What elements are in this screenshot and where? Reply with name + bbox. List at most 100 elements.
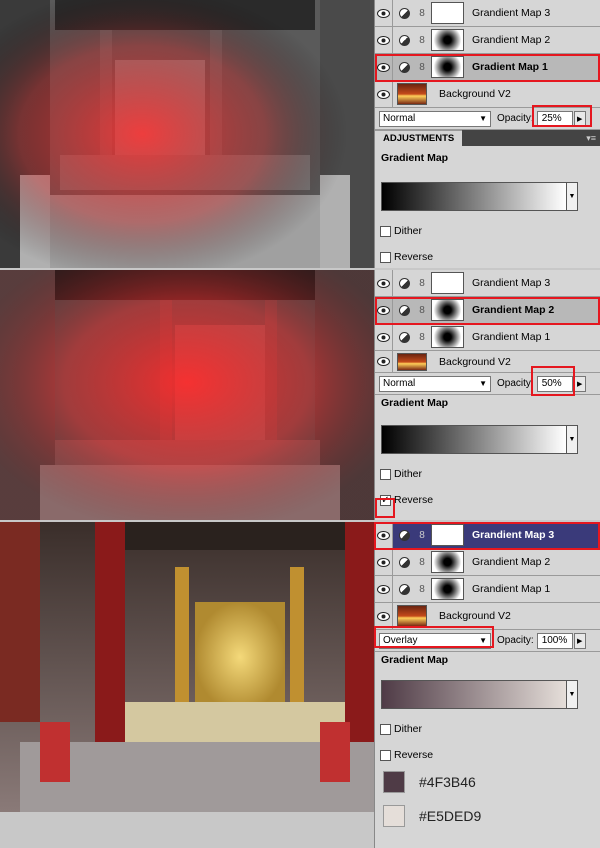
chain-icon[interactable]: 8 [415, 278, 429, 289]
eye-icon[interactable] [375, 26, 393, 54]
eye-icon[interactable] [375, 80, 393, 108]
layer-background[interactable]: Background V2 [375, 602, 600, 630]
reverse-checkbox[interactable]: ✓ [380, 494, 391, 506]
layer-thumbnail[interactable] [397, 352, 427, 371]
gradient-picker[interactable]: ▼ [381, 182, 578, 211]
opacity-input[interactable]: 100% [536, 632, 573, 649]
eye-icon[interactable] [375, 602, 393, 630]
layer-background[interactable]: Background V2 [375, 350, 600, 373]
blend-mode-select[interactable]: Normal ▼ [379, 110, 491, 127]
adjustment-icon [393, 556, 415, 568]
adjustment-icon [393, 61, 415, 73]
dither-checkbox[interactable] [380, 723, 391, 735]
chevron-down-icon[interactable]: ▼ [567, 183, 577, 210]
layer-mask-thumbnail[interactable] [431, 524, 464, 546]
layer-mask-thumbnail[interactable] [431, 299, 464, 321]
chain-icon[interactable]: 8 [415, 557, 429, 568]
chevron-down-icon[interactable]: ▼ [567, 426, 577, 453]
dither-row[interactable]: Dither [375, 723, 600, 735]
dither-checkbox[interactable] [380, 225, 391, 237]
reverse-label: Reverse [394, 494, 434, 506]
chain-icon[interactable]: 8 [415, 62, 429, 73]
adjustments-tabbar: ADJUSTMENTS ▾≡ [375, 130, 600, 146]
opacity-slider-button[interactable]: ▶ [573, 632, 586, 649]
layer-mask-thumbnail[interactable] [431, 29, 464, 51]
layer-mask-thumbnail[interactable] [431, 551, 464, 573]
dither-label: Dither [394, 468, 423, 480]
opacity-input[interactable]: 50% [536, 375, 573, 392]
chevron-down-icon[interactable]: ▼ [567, 681, 577, 708]
gradient-preview[interactable] [382, 183, 567, 210]
eye-icon[interactable] [375, 296, 393, 324]
adjustment-icon [393, 34, 415, 46]
layer-name: Grandient Map 2 [472, 556, 551, 568]
layer-name: Grandient Map 1 [472, 583, 551, 595]
photo-red-25 [0, 0, 374, 268]
layer-mask-thumbnail[interactable] [431, 2, 464, 24]
layer-gradient-map-3[interactable]: 8 Grandient Map 3 [375, 0, 600, 27]
tab-adjustments[interactable]: ADJUSTMENTS [375, 130, 463, 146]
reverse-label: Reverse [394, 749, 434, 761]
reverse-row[interactable]: ✓ Reverse [375, 494, 600, 506]
gradient-picker[interactable]: ▼ [381, 425, 578, 454]
blend-mode-select[interactable]: Overlay ▼ [379, 632, 491, 649]
layer-mask-thumbnail[interactable] [431, 326, 464, 348]
eye-icon[interactable] [375, 53, 393, 81]
eye-icon[interactable] [375, 521, 393, 549]
color-hex-1: #4F3B46 [419, 774, 476, 790]
adjustment-icon [393, 7, 415, 19]
dither-label: Dither [394, 225, 423, 237]
layers-panel-2: 8 Grandient Map 3 8 Grandient Map 2 8 Gr… [374, 269, 600, 520]
reverse-row[interactable]: Reverse [375, 749, 600, 761]
opacity-input[interactable]: 25% [536, 110, 573, 127]
layer-background[interactable]: Background V2 [375, 80, 600, 108]
gradient-preview[interactable] [382, 426, 567, 453]
chain-icon[interactable]: 8 [415, 584, 429, 595]
chain-icon[interactable]: 8 [415, 530, 429, 541]
blend-mode-select[interactable]: Normal ▼ [379, 375, 491, 392]
dither-row[interactable]: Dither [375, 468, 600, 480]
opacity-slider-button[interactable]: ▶ [573, 375, 586, 392]
reverse-checkbox[interactable] [380, 251, 391, 263]
layer-gradient-map-1[interactable]: 8 Gradient Map 1 [375, 53, 600, 81]
dither-checkbox[interactable] [380, 468, 391, 480]
layer-mask-thumbnail[interactable] [431, 578, 464, 600]
layer-gradient-map-3[interactable]: 8 Grandient Map 3 [375, 269, 600, 297]
reverse-label: Reverse [394, 251, 434, 263]
layer-gradient-map-1[interactable]: 8 Grandient Map 1 [375, 575, 600, 603]
gradient-picker[interactable]: ▼ [381, 680, 578, 709]
layer-mask-thumbnail[interactable] [431, 56, 464, 78]
color-swatch-1 [383, 771, 405, 793]
opacity-slider-button[interactable]: ▶ [573, 110, 586, 127]
gradient-preview[interactable] [382, 681, 567, 708]
eye-icon[interactable] [375, 548, 393, 576]
reverse-checkbox[interactable] [380, 749, 391, 761]
eye-icon[interactable] [375, 575, 393, 603]
eye-icon[interactable] [375, 0, 393, 27]
color-stop-2: #E5DED9 [375, 801, 600, 831]
eye-icon[interactable] [375, 323, 393, 351]
chain-icon[interactable]: 8 [415, 35, 429, 46]
layer-mask-thumbnail[interactable] [431, 272, 464, 294]
eye-icon[interactable] [375, 269, 393, 297]
chain-icon[interactable]: 8 [415, 332, 429, 343]
layer-gradient-map-2[interactable]: 8 Grandient Map 2 [375, 296, 600, 324]
eye-icon[interactable] [375, 350, 393, 373]
chain-icon[interactable]: 8 [415, 8, 429, 19]
layer-gradient-map-3[interactable]: 8 Grandient Map 3 [375, 521, 600, 549]
adjustment-title: Gradient Map [381, 654, 449, 666]
reverse-row[interactable]: Reverse [375, 251, 600, 263]
layer-gradient-map-1[interactable]: 8 Grandient Map 1 [375, 323, 600, 351]
dither-row[interactable]: Dither [375, 225, 600, 237]
blend-row: Normal ▼ Opacity: 50% ▶ [375, 373, 600, 395]
chevron-down-icon: ▼ [479, 636, 487, 645]
blend-row: Normal ▼ Opacity: 25% ▶ [375, 108, 600, 130]
layer-gradient-map-2[interactable]: 8 Grandient Map 2 [375, 548, 600, 576]
chevron-down-icon: ▼ [479, 379, 487, 388]
panel-menu-icon[interactable]: ▾≡ [586, 133, 600, 144]
layer-gradient-map-2[interactable]: 8 Grandient Map 2 [375, 26, 600, 54]
layer-name: Background V2 [439, 610, 511, 622]
layer-thumbnail[interactable] [397, 83, 427, 105]
layer-thumbnail[interactable] [397, 605, 427, 627]
chain-icon[interactable]: 8 [415, 305, 429, 316]
